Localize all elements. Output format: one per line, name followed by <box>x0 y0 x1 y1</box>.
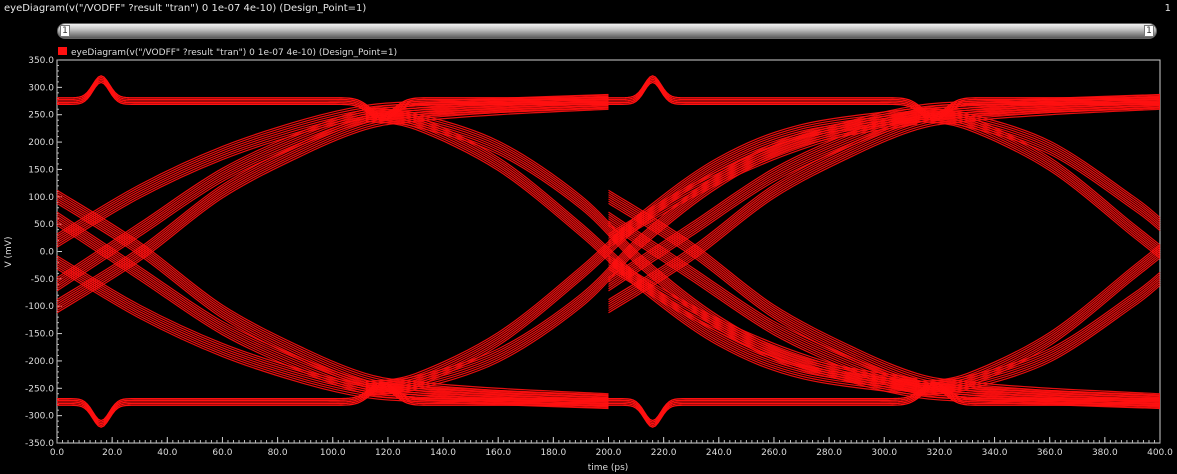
y-tick-label: 300.0 <box>28 83 54 93</box>
x-tick-label: 240.0 <box>706 448 732 458</box>
mid-falling-trace <box>917 114 1161 225</box>
x-tick-label: 40.0 <box>157 448 177 458</box>
x-tick-label: 160.0 <box>485 448 511 458</box>
y-tick-label: 50.0 <box>34 220 54 230</box>
y-tick-label: 0.0 <box>40 248 55 258</box>
mid-falling-trace <box>917 111 1161 223</box>
x-tick-label: 400.0 <box>1147 448 1173 458</box>
y-tick-label: 250.0 <box>28 111 54 121</box>
mid-rising-trace <box>917 248 1161 387</box>
y-tick-label: -150.0 <box>25 330 54 340</box>
y-axis-title: V (mV) <box>4 237 14 268</box>
x-tick-label: 0.0 <box>50 448 65 458</box>
eye-diagram-chart: eyeDiagram(v("/VODFF" ?result "tran") 0 … <box>4 47 1173 473</box>
x-tick-label: 320.0 <box>927 448 953 458</box>
x-tick-label: 60.0 <box>212 448 232 458</box>
falling-trace <box>56 268 609 410</box>
x-tick-label: 140.0 <box>430 448 456 458</box>
y-tick-label: -300.0 <box>25 412 54 422</box>
traces <box>56 75 1161 428</box>
mid-rising-trace <box>917 276 1161 387</box>
x-tick-label: 260.0 <box>761 448 787 458</box>
legend: eyeDiagram(v("/VODFF" ?result "tran") 0 … <box>58 47 397 58</box>
mid-rising-trace <box>917 282 1161 394</box>
y-axis: 350.0 300.0 250.0 200.0 150.0 100.0 50.0 0.0 -50… <box>25 56 62 449</box>
falling-trace <box>56 266 609 407</box>
y-tick-label: -250.0 <box>25 384 54 394</box>
mid-falling-trace <box>917 114 1161 252</box>
y-tick-label: -200.0 <box>25 357 54 367</box>
mid-falling-trace <box>917 109 1161 221</box>
mid-rising-trace <box>917 251 1161 389</box>
y-tick-label: 100.0 <box>28 193 54 203</box>
x-tick-label: 100.0 <box>320 448 346 458</box>
y-tick-label: -100.0 <box>25 302 54 312</box>
x-tick-label: 280.0 <box>816 448 842 458</box>
x-tick-label: 80.0 <box>268 448 288 458</box>
x-tick-label: 200.0 <box>596 448 622 458</box>
plot-frame <box>56 59 1161 444</box>
mid-rising-trace <box>917 280 1161 392</box>
x-tick-label: 300.0 <box>871 448 897 458</box>
legend-swatch <box>58 47 67 55</box>
x-tick-label: 180.0 <box>540 448 566 458</box>
x-tick-label: 340.0 <box>982 448 1008 458</box>
x-axis: 0.0 20.0 40.0 60.0 80.0 100.0 120.0 140.0 160.0 1… <box>50 437 1173 458</box>
y-tick-label: -50.0 <box>31 275 55 285</box>
x-tick-label: 120.0 <box>375 448 401 458</box>
y-tick-label: 350.0 <box>28 56 54 66</box>
x-axis-title: time (ps) <box>588 463 629 473</box>
mid-rising-trace <box>917 278 1161 389</box>
rising-trace <box>56 93 609 235</box>
mid-falling-trace <box>917 116 1161 227</box>
mid-falling-trace <box>917 116 1161 255</box>
x-tick-label: 380.0 <box>1092 448 1118 458</box>
mid-rising-trace <box>917 246 1161 385</box>
legend-label: eyeDiagram(v("/VODFF" ?result "tran") 0 … <box>71 48 397 58</box>
mid-falling-trace <box>917 118 1161 257</box>
x-tick-label: 220.0 <box>651 448 677 458</box>
rising-trace <box>56 96 609 237</box>
y-tick-label: 200.0 <box>28 138 54 148</box>
y-tick-label: 150.0 <box>28 165 54 175</box>
x-tick-label: 20.0 <box>102 448 122 458</box>
x-tick-label: 360.0 <box>1037 448 1063 458</box>
